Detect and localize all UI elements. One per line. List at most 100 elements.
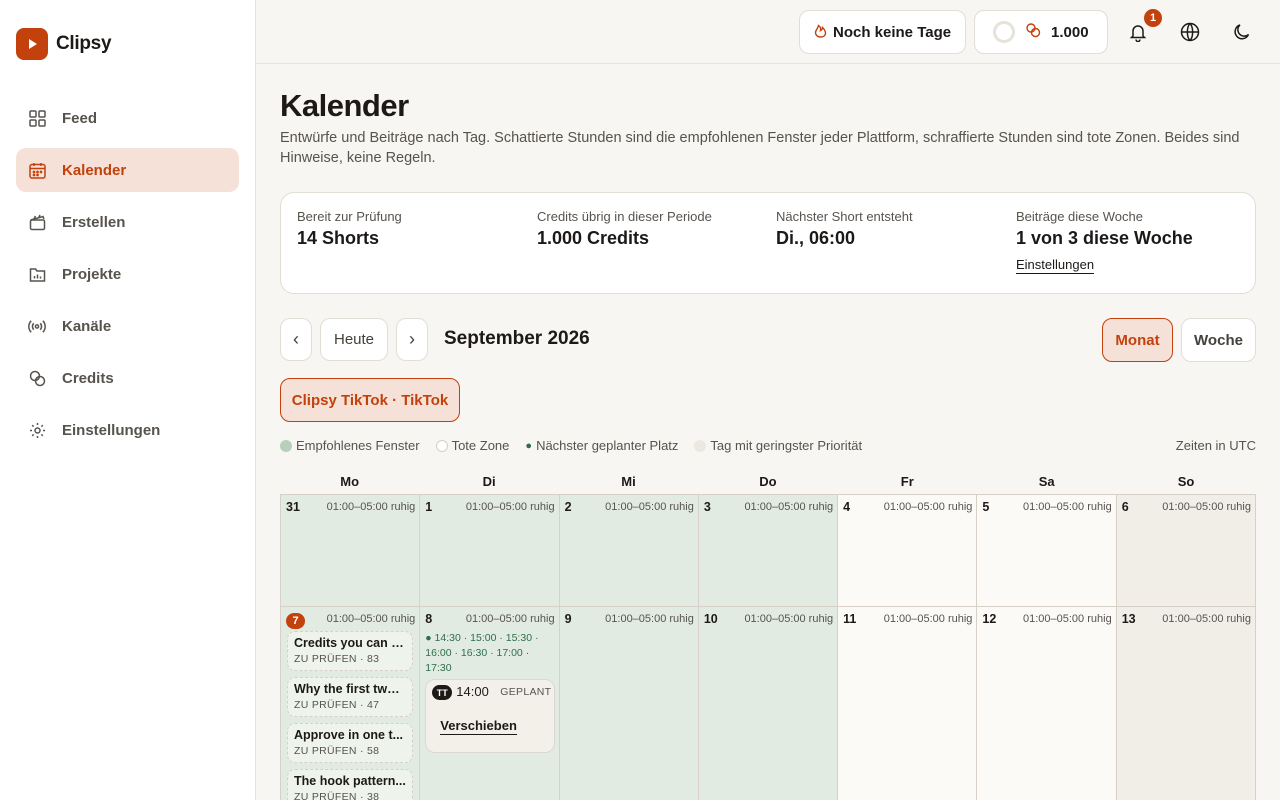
weekday-label: Mo xyxy=(340,474,360,489)
next-month-button[interactable]: › xyxy=(396,318,428,361)
stat-value: 1.000 Credits xyxy=(537,228,650,248)
draft-card[interactable]: Why the first two ... ZU PRÜFEN · 47 xyxy=(287,677,413,717)
draft-title: The hook pattern... xyxy=(294,774,406,788)
day-number: 9 xyxy=(564,612,572,626)
streak-label: Noch keine Tage xyxy=(833,23,952,41)
settings-link[interactable]: Einstellungen xyxy=(1016,257,1095,274)
next-slots-list: ● 14:30 · 15:00 · 15:30 · 16:00 · 16:30 … xyxy=(425,632,539,674)
quiet-hours: 01:00–05:00 ruhig xyxy=(883,501,973,513)
calendar-day-cell[interactable]: 2 01:00–05:00 ruhig xyxy=(559,495,699,607)
calendar-day-cell[interactable]: 5 01:00–05:00 ruhig xyxy=(977,495,1117,607)
credits-value: 1.000 xyxy=(1051,23,1089,41)
sidebar-item-kanaele[interactable]: Kanäle xyxy=(16,304,239,348)
quiet-hours: 01:00–05:00 ruhig xyxy=(326,501,416,513)
stat-credits: Credits übrig in dieser Periode 1.000 Cr… xyxy=(537,209,712,249)
draft-card[interactable]: Approve in one t... ZU PRÜFEN · 58 xyxy=(287,723,413,763)
quiet-hours: 01:00–05:00 ruhig xyxy=(326,613,416,625)
coins-icon xyxy=(28,369,46,387)
day-number: 12 xyxy=(982,612,997,626)
weekday-label: So xyxy=(1177,474,1195,489)
day-number: 31 xyxy=(286,500,300,514)
weekday-label: Do xyxy=(759,474,777,489)
scheduled-time: 14:00 xyxy=(456,684,489,699)
draft-title: Credits you can s... xyxy=(294,636,406,650)
draft-card[interactable]: Credits you can s... ZU PRÜFEN · 83 xyxy=(287,631,413,671)
sidebar-item-label: Feed xyxy=(62,109,98,127)
calendar-day-cell[interactable]: 3 01:00–05:00 ruhig xyxy=(698,495,839,607)
brand-name: Clipsy xyxy=(56,33,112,54)
stat-posts-week: Beiträge diese Woche 1 von 3 diese Woche… xyxy=(1016,209,1193,274)
stats-card: Bereit zur Prüfung 14 Shorts Credits übr… xyxy=(280,192,1256,294)
sidebar-nav: Feed Kalender Erstellen Projekte Kanäle xyxy=(16,96,239,460)
grid-icon xyxy=(28,109,46,127)
calendar-week-row: 31 01:00–05:00 ruhig 1 01:00–05:00 ruhig… xyxy=(281,495,1256,607)
coins-icon xyxy=(1025,22,1041,42)
quiet-hours: 01:00–05:00 ruhig xyxy=(605,613,694,625)
streak-button[interactable]: Noch keine Tage xyxy=(799,10,966,54)
calendar-day-cell[interactable]: 11 01:00–05:00 ruhig xyxy=(838,607,978,800)
sidebar-item-feed[interactable]: Feed xyxy=(16,96,239,140)
tiktok-icon: TT xyxy=(432,685,453,700)
stat-value: 14 Shorts xyxy=(297,228,380,248)
calendar-day-cell[interactable]: 10 01:00–05:00 ruhig xyxy=(698,607,839,800)
quiet-hours: 01:00–05:00 ruhig xyxy=(1023,501,1112,513)
calendar-day-cell[interactable]: 1 01:00–05:00 ruhig xyxy=(420,495,560,607)
sidebar-item-erstellen[interactable]: Erstellen xyxy=(16,200,239,244)
calendar-day-cell[interactable]: 8 01:00–05:00 ruhig ● 14:30 · 15:00 · 15… xyxy=(420,607,560,800)
legend-recommended: Empfohlenes Fenster xyxy=(280,438,420,453)
calendar-day-cell[interactable]: 6 01:00–05:00 ruhig xyxy=(1116,495,1256,607)
play-logo-icon xyxy=(16,28,48,60)
timezone-note: Zeiten in UTC xyxy=(1175,438,1256,453)
quiet-hours: 01:00–05:00 ruhig xyxy=(883,613,973,625)
reschedule-button[interactable]: Verschieben xyxy=(440,718,517,735)
globe-icon[interactable] xyxy=(1178,20,1202,44)
view-week-button[interactable]: Woche xyxy=(1181,318,1256,362)
green-dot-icon: ● xyxy=(525,439,533,452)
calendar-day-cell-today[interactable]: 7 01:00–05:00 ruhig Credits you can s...… xyxy=(281,607,421,800)
sidebar-item-credits[interactable]: Credits xyxy=(16,356,239,400)
brand[interactable]: Clipsy xyxy=(16,28,112,60)
calendar-day-cell[interactable]: 13 01:00–05:00 ruhig xyxy=(1116,607,1256,800)
today-day-number: 7 xyxy=(286,613,305,629)
day-number: 2 xyxy=(564,500,572,514)
calendar-grid: 31 01:00–05:00 ruhig 1 01:00–05:00 ruhig… xyxy=(280,494,1256,800)
sidebar-item-einstellungen[interactable]: Einstellungen xyxy=(16,408,239,452)
calendar-day-cell[interactable]: 31 01:00–05:00 ruhig xyxy=(281,495,421,607)
credits-button[interactable]: 1.000 xyxy=(974,10,1108,54)
day-number: 8 xyxy=(425,612,433,626)
calendar-icon xyxy=(28,161,46,179)
gear-icon xyxy=(28,421,46,439)
calendar-legend: Empfohlenes Fenster Tote Zone ● Nächster… xyxy=(280,438,862,453)
quiet-hours: 01:00–05:00 ruhig xyxy=(744,501,834,513)
today-button[interactable]: Heute xyxy=(320,318,388,361)
page-subtitle: Entwürfe und Beiträge nach Tag. Schattie… xyxy=(280,130,1240,166)
quiet-hours: 01:00–05:00 ruhig xyxy=(744,613,834,625)
sidebar-item-projekte[interactable]: Projekte xyxy=(16,252,239,296)
quiet-hours: 01:00–05:00 ruhig xyxy=(465,613,555,625)
stat-label: Beiträge diese Woche xyxy=(1016,209,1143,224)
moon-icon[interactable] xyxy=(1230,20,1254,44)
calendar-day-cell[interactable]: 4 01:00–05:00 ruhig xyxy=(838,495,978,607)
folder-chart-icon xyxy=(28,265,46,283)
legend-label: Tag mit geringster Priorität xyxy=(710,438,863,453)
stat-value: 1 von 3 diese Woche xyxy=(1016,228,1193,248)
day-number: 5 xyxy=(982,500,990,514)
legend-dead-zone: Tote Zone xyxy=(435,438,509,453)
sidebar-item-kalender[interactable]: Kalender xyxy=(16,148,239,192)
scheduled-post-card[interactable]: TT 14:00 GEPLANT Verschieben xyxy=(425,679,556,753)
calendar-day-cell[interactable]: 12 01:00–05:00 ruhig xyxy=(977,607,1117,800)
view-month-button[interactable]: Monat xyxy=(1102,318,1173,362)
low-priority-swatch xyxy=(694,439,707,452)
day-number: 11 xyxy=(843,612,857,626)
draft-meta: ZU PRÜFEN · 47 xyxy=(294,699,380,711)
quiet-hours: 01:00–05:00 ruhig xyxy=(1023,613,1112,625)
prev-month-button[interactable]: ‹ xyxy=(280,318,312,361)
topbar: Noch keine Tage 1.000 1 xyxy=(256,0,1280,64)
broadcast-icon xyxy=(28,317,46,335)
channel-filter-chip[interactable]: Clipsy TikTok · TikTok xyxy=(280,378,460,422)
calendar-day-cell[interactable]: 9 01:00–05:00 ruhig xyxy=(559,607,699,800)
draft-card[interactable]: The hook pattern... ZU PRÜFEN · 38 xyxy=(287,769,413,800)
sidebar-item-label: Einstellungen xyxy=(62,421,161,439)
quiet-hours: 01:00–05:00 ruhig xyxy=(1162,613,1251,625)
scheduled-status: GEPLANT xyxy=(500,686,552,698)
